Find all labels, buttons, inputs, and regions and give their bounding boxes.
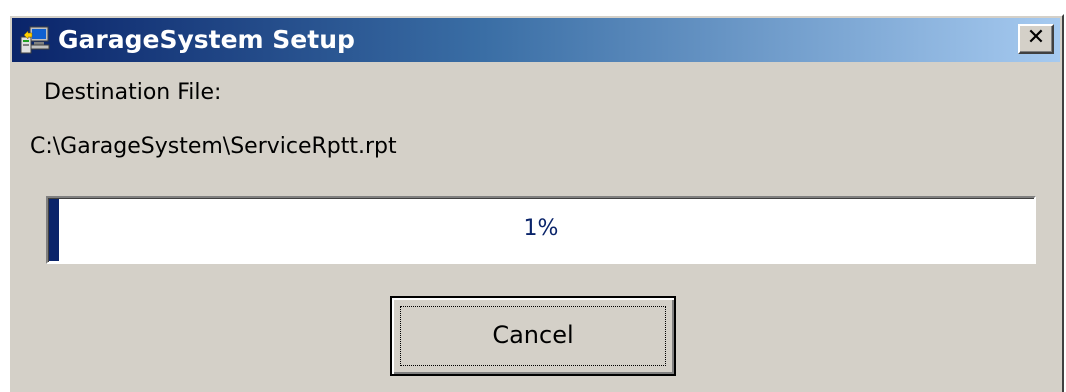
title-bar[interactable]: GarageSystem Setup ✕	[12, 18, 1060, 62]
setup-computer-icon	[20, 26, 50, 54]
close-icon: ✕	[1026, 25, 1046, 50]
cancel-button-label: Cancel	[492, 321, 574, 349]
destination-file-label: Destination File:	[44, 80, 222, 105]
destination-file-path: C:\GarageSystem\ServiceRptt.rpt	[30, 134, 397, 159]
close-button[interactable]: ✕	[1018, 24, 1054, 54]
progress-bar: 1%	[46, 196, 1036, 264]
setup-dialog: GarageSystem Setup ✕ Destination File: C…	[8, 14, 1064, 392]
window-title: GarageSystem Setup	[58, 25, 355, 54]
cancel-button[interactable]: Cancel	[390, 296, 676, 376]
progress-percent: 1%	[523, 216, 559, 241]
